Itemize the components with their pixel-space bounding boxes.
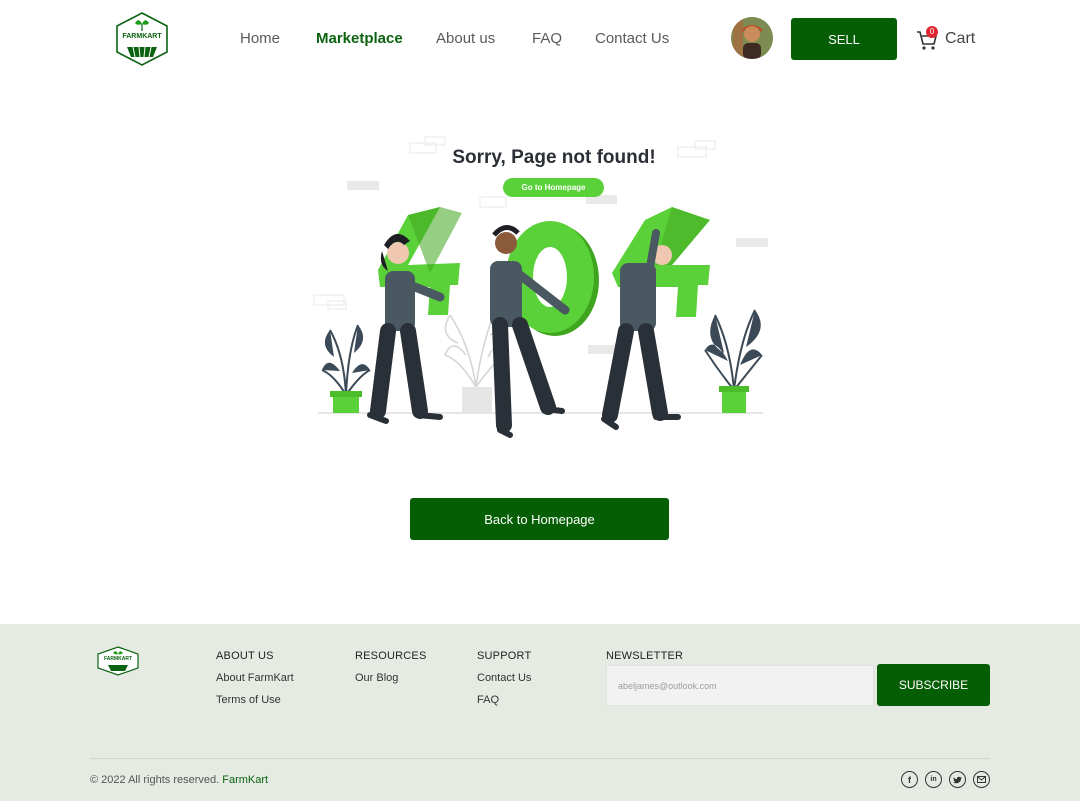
facebook-icon[interactable]: f (901, 771, 918, 788)
footer-logo[interactable]: FARMKART (96, 646, 140, 676)
cart-count-badge: 0 (926, 26, 938, 38)
footer-link-contact[interactable]: Contact Us (477, 672, 531, 684)
nav-about-us[interactable]: About us (436, 30, 495, 47)
left-plant (321, 324, 371, 413)
farmkart-logo[interactable]: FARMKART (113, 11, 171, 67)
nav-marketplace[interactable]: Marketplace (316, 30, 403, 47)
newsletter-email-input[interactable] (606, 665, 874, 706)
nav-contact-us[interactable]: Contact Us (595, 30, 669, 47)
footer-divider (90, 758, 990, 759)
cart-button[interactable]: 0 Cart (915, 26, 977, 53)
sell-button[interactable]: SELL (791, 18, 897, 60)
copyright: © 2022 All rights reserved. FarmKart (90, 774, 268, 786)
site-footer: FARMKART ABOUT US About FarmKart Terms o… (0, 624, 1080, 801)
not-found-illustration: Sorry, Page not found! Go to Homepage (300, 125, 780, 445)
footer-link-faq[interactable]: FAQ (477, 694, 499, 706)
back-to-homepage-button[interactable]: Back to Homepage (410, 498, 669, 540)
footer-heading-newsletter: NEWSLETTER (606, 650, 684, 662)
copyright-brand[interactable]: FarmKart (222, 774, 268, 786)
copyright-text: © 2022 All rights reserved. (90, 774, 220, 786)
nav-home[interactable]: Home (240, 30, 280, 47)
logo-text: FARMKART (122, 33, 162, 40)
footer-heading-about: ABOUT US (216, 650, 274, 662)
footer-heading-support: SUPPORT (477, 650, 532, 662)
cart-label: Cart (945, 30, 976, 47)
twitter-icon[interactable] (949, 771, 966, 788)
not-found-heading: Sorry, Page not found! (452, 147, 656, 168)
linkedin-icon[interactable]: in (925, 771, 942, 788)
user-avatar[interactable] (731, 17, 773, 59)
footer-link-about-farmkart[interactable]: About FarmKart (216, 672, 294, 684)
nav-faq[interactable]: FAQ (532, 30, 562, 47)
subscribe-button[interactable]: SUBSCRIBE (877, 664, 990, 706)
footer-logo-text: FARMKART (103, 656, 133, 662)
footer-heading-resources: RESOURCES (355, 650, 427, 662)
footer-link-terms[interactable]: Terms of Use (216, 694, 281, 706)
illustration-homepage-pill: Go to Homepage (503, 178, 604, 197)
right-plant (704, 309, 763, 413)
mail-icon[interactable] (973, 771, 990, 788)
footer-link-blog[interactable]: Our Blog (355, 672, 398, 684)
site-header: FARMKART Home Marketplace About us FAQ C… (0, 0, 1080, 80)
